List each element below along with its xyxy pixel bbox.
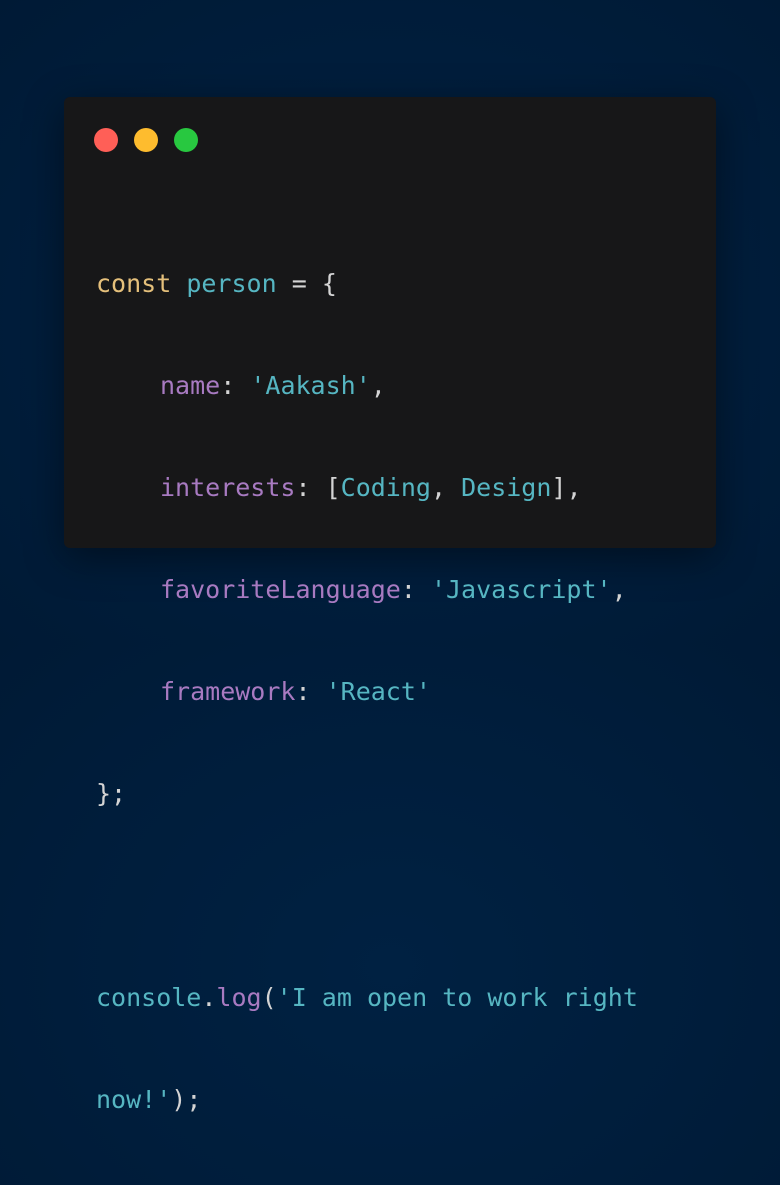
bracket-token: [ — [325, 473, 341, 502]
paren-close-token: ); — [171, 1085, 202, 1114]
comma-token: , — [611, 575, 627, 604]
property-token: framework — [160, 677, 296, 706]
identifier-token: Design — [461, 473, 552, 502]
method-token: log — [216, 983, 262, 1012]
dot-token: . — [201, 983, 217, 1012]
string-token: 'React' — [325, 677, 431, 706]
code-line-2: name: 'Aakash', — [96, 369, 696, 403]
string-token: 'Javascript' — [430, 575, 612, 604]
code-line-4: favoriteLanguage: 'Javascript', — [96, 573, 696, 607]
code-line-3: interests: [Coding, Design], — [96, 471, 696, 505]
identifier-token: Coding — [340, 473, 431, 502]
property-token: favoriteLanguage — [160, 575, 401, 604]
string-token: 'I am open to work right — [276, 983, 638, 1012]
code-block: const person = { name: 'Aakash', interes… — [96, 199, 696, 1185]
operator-token: = — [291, 269, 307, 298]
variable-token: person — [186, 269, 277, 298]
object-token: console — [96, 983, 202, 1012]
property-token: interests — [160, 473, 296, 502]
code-line-9: now!'); — [96, 1083, 696, 1117]
close-token: }; — [96, 779, 127, 808]
maximize-dot-icon[interactable] — [174, 128, 198, 152]
colon-token: : — [295, 677, 311, 706]
property-token: name — [160, 371, 221, 400]
comma-token: , — [566, 473, 582, 502]
window-controls — [94, 128, 198, 152]
code-line-5: framework: 'React' — [96, 675, 696, 709]
separator-token: , — [430, 473, 447, 502]
string-token: now!' — [96, 1085, 172, 1114]
colon-token: : — [295, 473, 311, 502]
code-line-8: console.log('I am open to work right — [96, 981, 696, 1015]
code-line-6: }; — [96, 777, 696, 811]
colon-token: : — [400, 575, 416, 604]
paren-token: ( — [261, 983, 277, 1012]
minimize-dot-icon[interactable] — [134, 128, 158, 152]
string-token: 'Aakash' — [250, 371, 371, 400]
code-window: const person = { name: 'Aakash', interes… — [64, 97, 716, 1114]
close-dot-icon[interactable] — [94, 128, 118, 152]
code-line-1: const person = { — [96, 267, 696, 301]
bracket-token: ] — [551, 473, 567, 502]
colon-token: : — [220, 371, 236, 400]
comma-token: , — [370, 371, 386, 400]
keyword-token: const — [96, 269, 172, 298]
brace-token: { — [321, 269, 337, 298]
